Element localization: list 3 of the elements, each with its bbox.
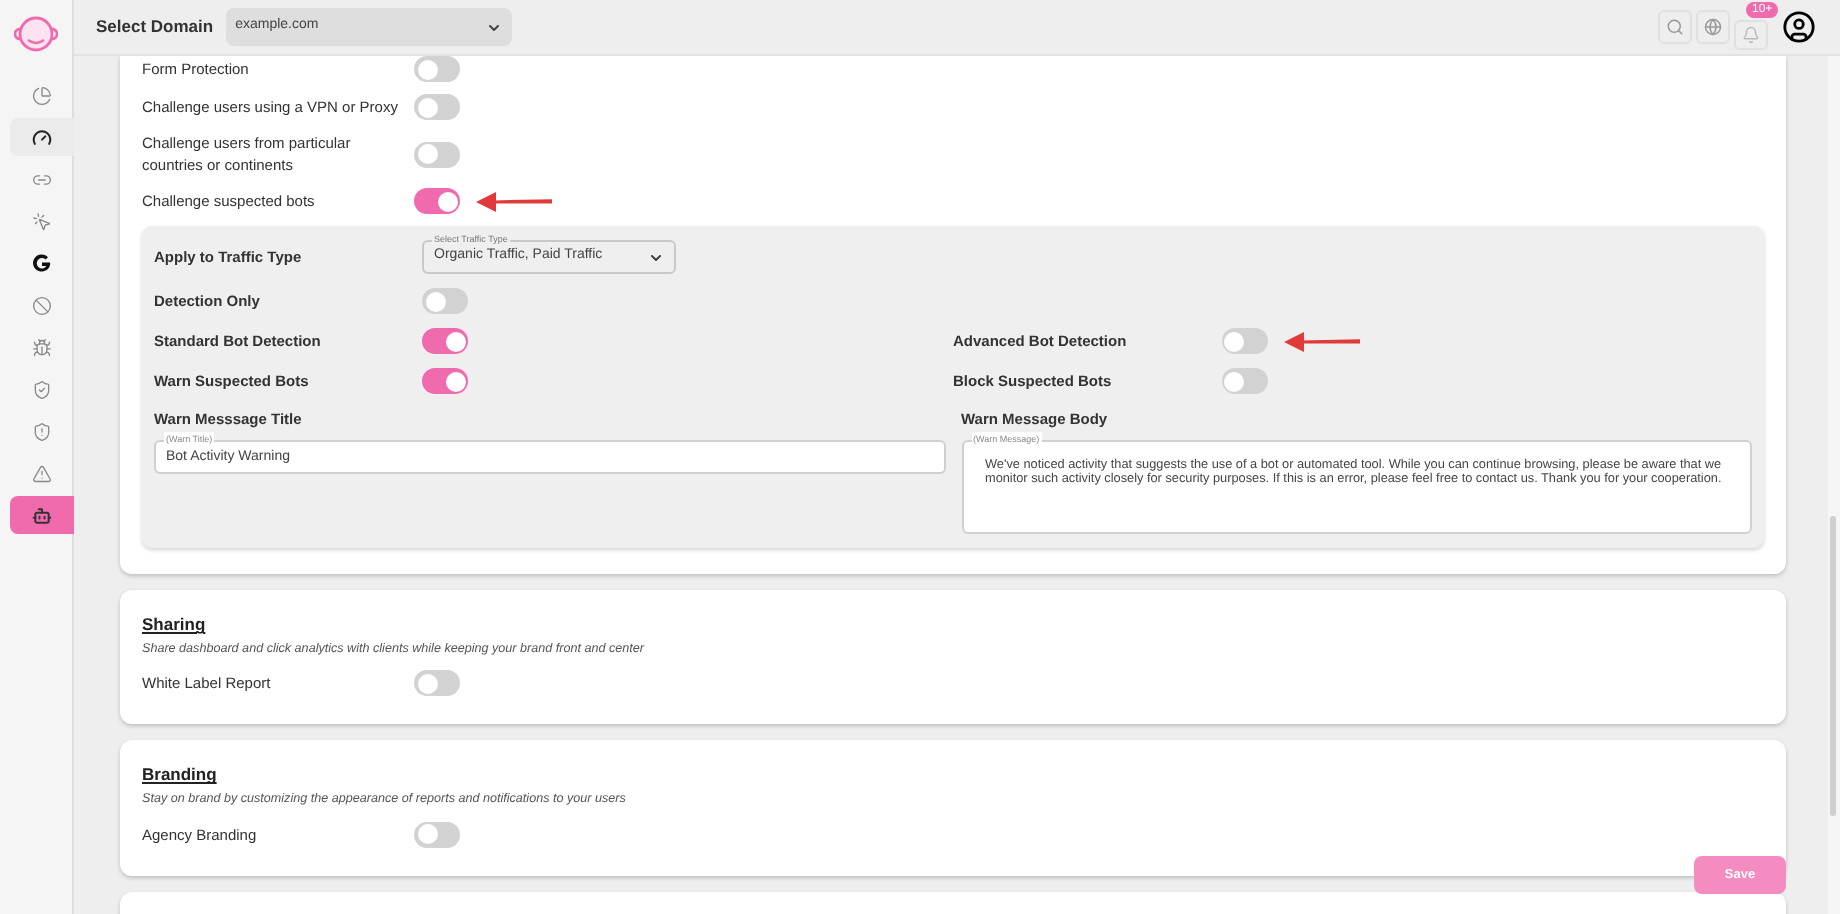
section-title: Sharing [142,612,208,638]
section-title: Branding [142,762,219,789]
domain-label: Select Domain [96,14,214,40]
